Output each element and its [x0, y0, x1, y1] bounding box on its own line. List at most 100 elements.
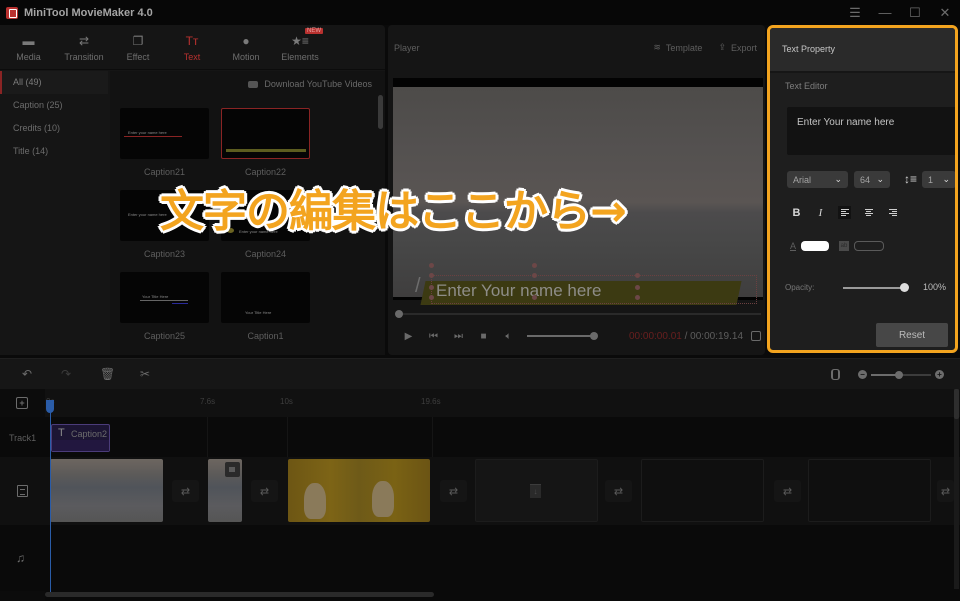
- layers-icon: ❐: [132, 33, 144, 48]
- category-title[interactable]: Title (14): [0, 140, 108, 163]
- resize-handle[interactable]: [532, 273, 537, 278]
- volume-slider[interactable]: [527, 332, 598, 340]
- transition-swap-icon[interactable]: ⇄: [440, 480, 467, 502]
- timeline-zoom-slider[interactable]: [871, 370, 931, 379]
- line-spacing-dropdown[interactable]: 1 ⌄: [922, 171, 955, 188]
- timeline-ruler[interactable]: 0s 7.6s 10s 19.6s: [0, 389, 960, 417]
- playhead-handle[interactable]: [46, 400, 54, 413]
- transition-swap-icon[interactable]: ⇄: [605, 480, 632, 502]
- resize-handle[interactable]: [635, 273, 640, 278]
- playback-progress-bar[interactable]: [395, 310, 761, 318]
- delete-icon[interactable]: 🗑︎: [100, 367, 115, 381]
- transition-swap-icon[interactable]: ⇄: [251, 480, 278, 502]
- previous-frame-icon[interactable]: ⏮: [421, 331, 446, 342]
- template-thumbnail-caption22[interactable]: [221, 108, 310, 159]
- fit-timeline-icon[interactable]: [831, 369, 840, 380]
- export-label: Export: [730, 42, 757, 53]
- opacity-value: 100%: [923, 282, 947, 292]
- video-clip-cat[interactable]: [288, 459, 430, 522]
- import-media-icon[interactable]: ↓: [530, 484, 541, 498]
- category-credits[interactable]: Credits (10): [0, 117, 108, 140]
- opacity-knob[interactable]: [900, 283, 909, 292]
- transition-swap-icon[interactable]: ⇄: [774, 480, 801, 502]
- caption-clip[interactable]: T Caption2: [51, 424, 110, 452]
- cut-icon[interactable]: ✂: [140, 367, 150, 381]
- tab-motion[interactable]: ● Motion: [219, 25, 273, 70]
- zoom-in-icon[interactable]: +: [935, 370, 944, 379]
- category-caption[interactable]: Caption (25): [0, 94, 108, 117]
- playhead-line[interactable]: [50, 400, 51, 593]
- maximize-icon[interactable]: ☐: [900, 0, 930, 25]
- thumb-underline: [140, 300, 188, 301]
- transition-swap-icon[interactable]: ⇄: [172, 480, 199, 502]
- stop-icon[interactable]: ■: [471, 331, 496, 342]
- resize-handle[interactable]: [429, 285, 434, 290]
- tab-elements[interactable]: ★≡ Elements NEW: [273, 25, 327, 70]
- grid-line: [287, 417, 288, 457]
- color-row: A ab: [790, 241, 885, 251]
- template-thumbnail-caption21[interactable]: Enter your name here: [120, 108, 209, 159]
- opacity-slider[interactable]: [843, 283, 909, 292]
- resize-handle[interactable]: [429, 273, 434, 278]
- align-left-button[interactable]: [838, 206, 851, 219]
- tab-text[interactable]: Tт Text: [165, 25, 219, 70]
- export-button[interactable]: ⇪ Export: [718, 42, 757, 53]
- empty-clip-slot[interactable]: [808, 459, 931, 522]
- caption-selection-box[interactable]: [431, 275, 757, 304]
- fullscreen-icon[interactable]: [751, 331, 761, 341]
- resize-handle[interactable]: [532, 295, 537, 300]
- ruler-label: 10s: [280, 397, 293, 406]
- template-button[interactable]: ≋ Template: [653, 42, 702, 53]
- category-all[interactable]: All (49): [0, 71, 108, 94]
- resize-handle[interactable]: [635, 295, 640, 300]
- bold-button[interactable]: B: [790, 206, 803, 219]
- timeline-vertical-scrollbar[interactable]: [954, 389, 959, 589]
- ruler-label: 7.6s: [200, 397, 216, 406]
- template-thumbnail-caption1[interactable]: Your Title Here: [221, 272, 310, 323]
- reset-button[interactable]: Reset: [876, 323, 948, 347]
- italic-button[interactable]: I: [814, 206, 827, 219]
- undo-icon[interactable]: ↶: [22, 367, 32, 381]
- minimize-icon[interactable]: —: [870, 0, 900, 25]
- align-center-button[interactable]: [862, 206, 875, 219]
- text-color-swatch[interactable]: [801, 241, 830, 251]
- redo-icon[interactable]: ↷: [61, 367, 71, 381]
- player-actions: ≋ Template ⇪ Export: [653, 42, 757, 53]
- play-icon[interactable]: ▶: [396, 331, 421, 342]
- empty-clip-slot[interactable]: [641, 459, 764, 522]
- tab-transition[interactable]: ⇄ Transition: [57, 25, 111, 70]
- rotate-handle[interactable]: [532, 263, 537, 268]
- text-editor-label: Text Editor: [785, 81, 828, 91]
- volume-icon[interactable]: 🔈︎: [496, 331, 521, 342]
- template-thumbnail-caption25[interactable]: Your Title Here: [120, 272, 209, 323]
- video-clip-beach[interactable]: [50, 459, 163, 522]
- resize-handle[interactable]: [635, 285, 640, 290]
- tab-media[interactable]: ▬ Media: [0, 25, 57, 70]
- tab-effect[interactable]: ❐ Effect: [111, 25, 165, 70]
- gallery-scrollbar[interactable]: [378, 95, 383, 129]
- text-editor-input[interactable]: Enter Your name here: [787, 107, 955, 155]
- resize-handle[interactable]: [429, 295, 434, 300]
- background-color-swatch[interactable]: [854, 241, 885, 251]
- clip-thumbnail-subject: [304, 483, 326, 519]
- audio-track-row: [0, 525, 960, 591]
- download-youtube-link[interactable]: Download YouTube Videos: [248, 79, 372, 89]
- zoom-out-icon[interactable]: −: [858, 370, 867, 379]
- tab-label: Media: [16, 51, 41, 62]
- player-title: Player: [394, 43, 420, 53]
- font-family-dropdown[interactable]: Arial ⌄: [787, 171, 848, 188]
- transition-swap-icon[interactable]: ⇄: [937, 480, 954, 502]
- align-right-button[interactable]: [886, 206, 899, 219]
- zoom-slider-knob[interactable]: [895, 370, 903, 379]
- close-icon[interactable]: ✕: [930, 0, 960, 25]
- resize-handle[interactable]: [429, 263, 434, 268]
- next-frame-icon[interactable]: ⏭: [446, 331, 471, 342]
- chevron-down-icon: ⌄: [942, 174, 950, 184]
- hamburger-menu-icon[interactable]: ☰: [840, 0, 870, 25]
- align-center-icon: [864, 209, 873, 216]
- volume-knob[interactable]: [590, 332, 598, 340]
- timeline-horizontal-scrollbar[interactable]: [45, 592, 434, 597]
- add-track-icon[interactable]: +: [16, 397, 28, 409]
- progress-knob[interactable]: [395, 310, 403, 318]
- font-size-dropdown[interactable]: 64 ⌄: [854, 171, 890, 188]
